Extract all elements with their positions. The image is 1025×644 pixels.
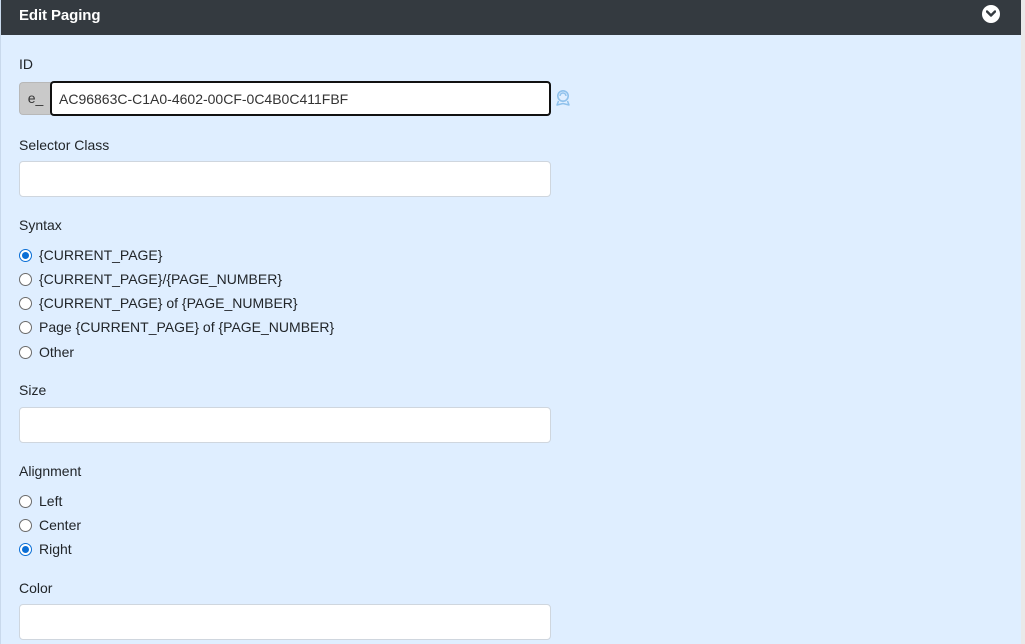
syntax-label: Syntax <box>19 217 62 233</box>
radio-button[interactable] <box>19 320 32 334</box>
syntax-option[interactable]: Page {CURRENT_PAGE} of {PAGE_NUMBER} <box>19 317 334 337</box>
syntax-option[interactable]: {CURRENT_PAGE} <box>19 245 162 265</box>
syntax-option-label: {CURRENT_PAGE} <box>39 247 163 263</box>
size-label: Size <box>19 382 47 398</box>
panel-header[interactable]: Edit Paging <box>1 0 1021 35</box>
radio-button[interactable] <box>19 345 32 359</box>
selector-class-input[interactable] <box>19 161 551 197</box>
syntax-option[interactable]: Other <box>19 342 74 362</box>
radio-button[interactable] <box>19 542 32 556</box>
id-input[interactable] <box>50 81 551 116</box>
syntax-option-label: Page {CURRENT_PAGE} of {PAGE_NUMBER} <box>39 319 335 335</box>
id-prefix: e_ <box>19 82 51 115</box>
alignment-option-label: Center <box>39 517 82 533</box>
color-input[interactable] <box>19 604 551 640</box>
chevron-down-circle-icon[interactable] <box>982 5 1000 23</box>
radio-button[interactable] <box>19 494 32 508</box>
syntax-option-label: {CURRENT_PAGE}/{PAGE_NUMBER} <box>39 271 283 287</box>
size-input[interactable] <box>19 407 551 443</box>
radio-button[interactable] <box>19 272 32 286</box>
syntax-option-label: {CURRENT_PAGE} of {PAGE_NUMBER} <box>39 295 298 311</box>
alignment-option[interactable]: Right <box>19 539 72 559</box>
radio-button[interactable] <box>19 518 32 532</box>
id-label: ID <box>19 56 33 72</box>
syntax-option-label: Other <box>39 344 75 360</box>
scrollbar[interactable] <box>1021 0 1025 644</box>
selector-class-label: Selector Class <box>19 137 110 153</box>
alignment-option-label: Right <box>39 541 72 557</box>
radio-button[interactable] <box>19 296 32 310</box>
regenerate-icon[interactable] <box>555 89 571 107</box>
alignment-label: Alignment <box>19 463 82 479</box>
radio-button[interactable] <box>19 248 32 262</box>
syntax-option[interactable]: {CURRENT_PAGE} of {PAGE_NUMBER} <box>19 293 298 313</box>
alignment-option[interactable]: Left <box>19 491 62 511</box>
id-input-group: e_ <box>19 81 551 116</box>
alignment-option-label: Left <box>39 493 63 509</box>
panel-title: Edit Paging <box>19 7 101 24</box>
alignment-option[interactable]: Center <box>19 515 81 535</box>
edit-paging-panel: Edit Paging ID e_ Selector Class Syntax … <box>0 0 1021 644</box>
syntax-option[interactable]: {CURRENT_PAGE}/{PAGE_NUMBER} <box>19 269 282 289</box>
color-label: Color <box>19 580 53 596</box>
